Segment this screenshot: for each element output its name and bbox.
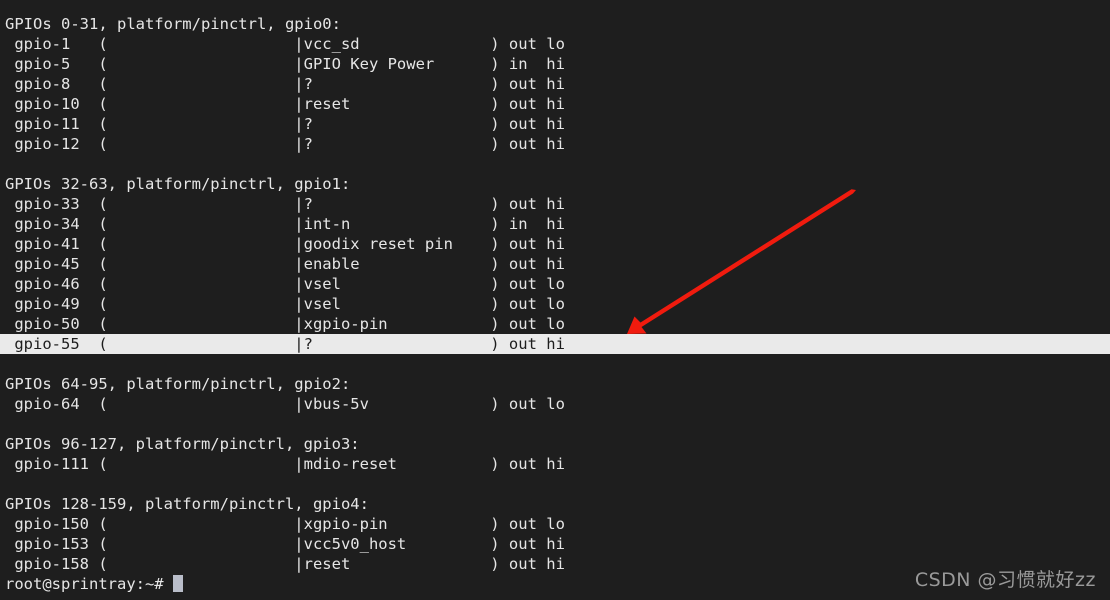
gpio-entry-row: gpio-49 ( |vsel ) out lo (5, 295, 565, 313)
gpio-bank-header: GPIOs 128-159, platform/pinctrl, gpio4: (5, 495, 369, 513)
gpio-entry-row: gpio-5 ( |GPIO Key Power ) in hi (5, 55, 565, 73)
terminal-screen[interactable]: GPIOs 0-31, platform/pinctrl, gpio0: gpi… (0, 0, 1110, 594)
terminal-line-clipped (0, 0, 1110, 14)
gpio-bank-header: GPIOs 96-127, platform/pinctrl, gpio3: (5, 435, 360, 453)
gpio-entry-row-selected: gpio-55 ( |? ) out hi (0, 334, 1110, 354)
shell-prompt-text: root@sprintray:~# (5, 575, 173, 593)
terminal-window[interactable]: GPIOs 0-31, platform/pinctrl, gpio0: gpi… (0, 0, 1110, 600)
gpio-entry-row: gpio-41 ( |goodix reset pin ) out hi (5, 235, 565, 253)
gpio-entry-row: gpio-8 ( |? ) out hi (5, 75, 565, 93)
gpio-entry-row: gpio-46 ( |vsel ) out lo (5, 275, 565, 293)
gpio-entry-row: gpio-1 ( |vcc_sd ) out lo (5, 35, 565, 53)
gpio-bank-header: GPIOs 64-95, platform/pinctrl, gpio2: (5, 375, 351, 393)
gpio-entry-row: gpio-11 ( |? ) out hi (5, 115, 565, 133)
gpio-entry-row: gpio-111 ( |mdio-reset ) out hi (5, 455, 565, 473)
gpio-entry-row: gpio-64 ( |vbus-5v ) out lo (5, 395, 565, 413)
gpio-entry-row: gpio-12 ( |? ) out hi (5, 135, 565, 153)
gpio-entry-row: gpio-150 ( |xgpio-pin ) out lo (5, 515, 565, 533)
gpio-entry-row: gpio-33 ( |? ) out hi (5, 195, 565, 213)
gpio-entry-row: gpio-34 ( |int-n ) in hi (5, 215, 565, 233)
gpio-entry-row: gpio-10 ( |reset ) out hi (5, 95, 565, 113)
gpio-bank-header: GPIOs 32-63, platform/pinctrl, gpio1: (5, 175, 351, 193)
watermark-text: CSDN @习惯就好zz (914, 569, 1096, 591)
gpio-entry-row: gpio-45 ( |enable ) out hi (5, 255, 565, 273)
gpio-bank-header: GPIOs 0-31, platform/pinctrl, gpio0: (5, 15, 341, 33)
gpio-entry-row: gpio-50 ( |xgpio-pin ) out lo (5, 315, 565, 333)
gpio-entry-row: gpio-153 ( |vcc5v0_host ) out hi (5, 535, 565, 553)
text-cursor (172, 575, 183, 592)
